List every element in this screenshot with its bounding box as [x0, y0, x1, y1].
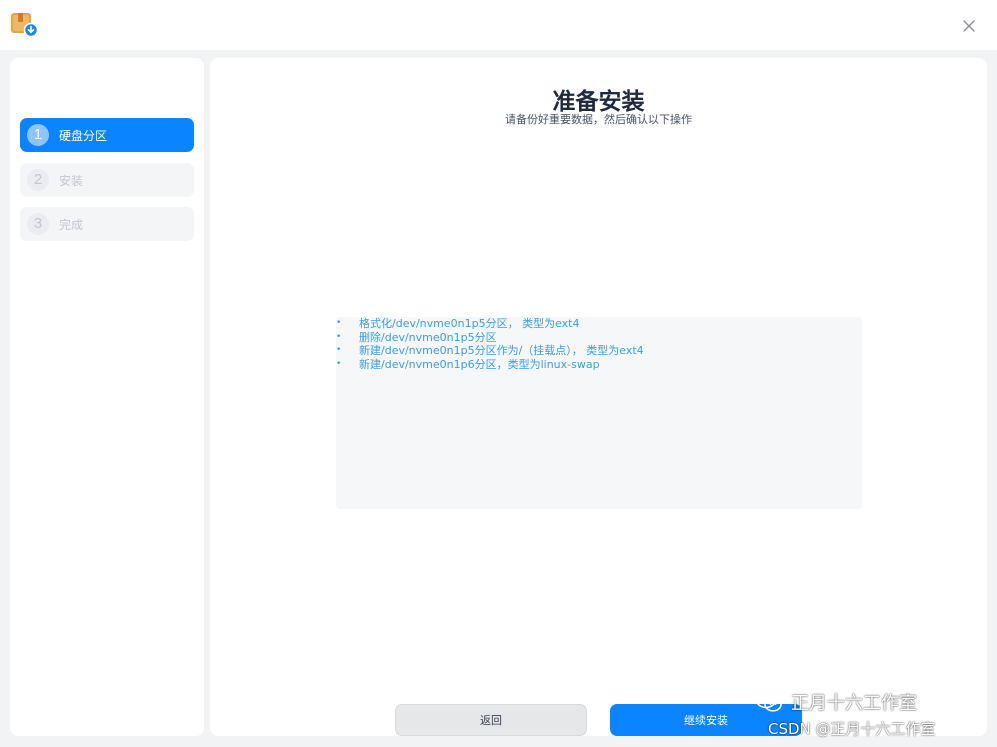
main-panel: 准备安装 请备份好重要数据，然后确认以下操作 • 格式化/dev/nvme0n1… — [210, 58, 987, 736]
bullet: • — [336, 359, 342, 370]
step-sidebar: 1 硬盘分区 2 安装 3 完成 — [10, 58, 204, 736]
bullet: • — [336, 318, 342, 328]
watermark-wechat: 正月十六工作室 — [755, 690, 917, 714]
operation-text: 删除/dev/nvme0n1p5分区 — [359, 330, 497, 344]
step-label: 安装 — [59, 173, 84, 188]
step-number: 2 — [27, 169, 49, 191]
wechat-icon — [755, 691, 783, 713]
operation-text: 新建/dev/nvme0n1p6分区，类型为linux-swap — [359, 358, 600, 372]
step-label: 完成 — [59, 217, 84, 232]
step-number: 3 — [27, 213, 49, 235]
title-bar — [0, 0, 997, 50]
operation-text: 格式化/dev/nvme0n1p5分区， 类型为ext4 — [359, 317, 580, 330]
close-icon[interactable] — [959, 16, 979, 36]
step-install[interactable]: 2 安装 — [20, 163, 194, 197]
operation-text: 新建/dev/nvme0n1p5分区作为/（挂载点）， 类型为ext4 — [359, 344, 644, 358]
back-button[interactable]: 返回 — [395, 704, 587, 736]
step-finish[interactable]: 3 完成 — [20, 207, 194, 241]
page-subtitle: 请备份好重要数据，然后确认以下操作 — [505, 113, 692, 126]
operations-box[interactable]: • 格式化/dev/nvme0n1p5分区， 类型为ext4 • 删除/dev/… — [336, 317, 862, 509]
bullet: • — [336, 331, 342, 342]
step-label: 硬盘分区 — [59, 128, 108, 143]
step-number: 1 — [27, 124, 49, 146]
list-item: • 新建/dev/nvme0n1p6分区，类型为linux-swap — [336, 358, 644, 372]
watermark-text: 正月十六工作室 — [791, 693, 917, 714]
watermark-csdn: CSDN @正月十六工作室 — [768, 720, 936, 738]
list-item: • 删除/dev/nvme0n1p5分区 — [336, 331, 644, 345]
list-item: • 新建/dev/nvme0n1p5分区作为/（挂载点）， 类型为ext4 — [336, 344, 644, 358]
operations-list: • 格式化/dev/nvme0n1p5分区， 类型为ext4 • 删除/dev/… — [336, 317, 644, 372]
list-item: • 格式化/dev/nvme0n1p5分区， 类型为ext4 — [336, 317, 644, 331]
installer-package-icon — [10, 10, 39, 38]
bullet: • — [336, 345, 342, 356]
step-disk-partition[interactable]: 1 硬盘分区 — [20, 118, 194, 152]
